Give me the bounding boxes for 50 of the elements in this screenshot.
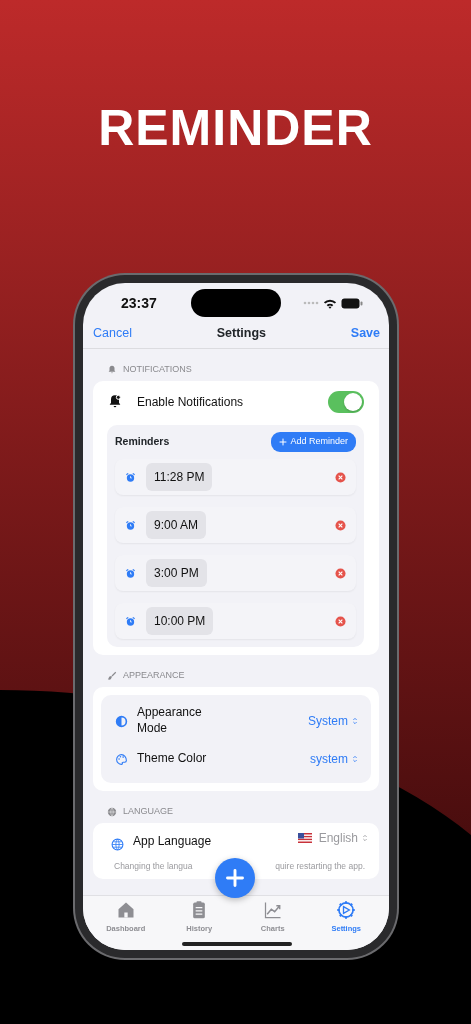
page-title: REMINDER xyxy=(97,99,374,158)
delete-icon[interactable] xyxy=(335,519,346,531)
value-picker[interactable]: English xyxy=(298,829,369,847)
setting-label: Theme Color xyxy=(137,751,208,767)
plus-icon xyxy=(279,438,288,446)
wifi-icon xyxy=(323,297,337,309)
alarm-clock-icon xyxy=(125,471,136,483)
signal-icon xyxy=(303,300,319,306)
screen-title: Settings xyxy=(216,325,266,343)
globe-icon xyxy=(111,837,124,851)
alarm-clock-icon xyxy=(125,567,136,579)
note-text: quire restarting the app. xyxy=(275,859,365,873)
add-reminder-button[interactable]: Add Reminder xyxy=(271,432,356,452)
chevron-up-down-icon xyxy=(351,754,359,764)
section-header: APPEARANCE xyxy=(123,669,185,683)
toggle-switch[interactable] xyxy=(328,391,364,413)
section-header: LANGUAGE xyxy=(123,805,173,819)
time-picker[interactable]: 10:00 PM xyxy=(146,607,214,635)
section-header: NOTIFICATIONS xyxy=(123,363,192,377)
delete-icon[interactable] xyxy=(335,567,346,579)
status-time: 23:37 xyxy=(121,293,157,313)
note-text: Changing the langua xyxy=(114,859,193,873)
reminders-title: Reminders xyxy=(115,434,170,450)
plus-icon xyxy=(225,868,245,888)
setting-label: App Language xyxy=(133,833,212,850)
setting-label: Appearance Mode xyxy=(137,705,203,737)
cancel-link[interactable]: Cancel xyxy=(93,324,132,343)
globe-icon xyxy=(107,807,117,817)
chevron-up-down-icon xyxy=(351,716,359,726)
time-picker[interactable]: 9:00 AM xyxy=(146,511,207,539)
bell-icon xyxy=(107,394,123,410)
value-picker[interactable]: System xyxy=(308,712,359,730)
bell-icon xyxy=(107,365,117,375)
time-picker[interactable]: 3:00 PM xyxy=(146,559,207,587)
contrast-icon xyxy=(115,714,128,728)
battery-icon xyxy=(341,297,363,309)
palette-icon xyxy=(115,752,128,766)
alarm-clock-icon xyxy=(125,519,136,531)
settings-icon xyxy=(336,900,357,920)
alarm-clock-icon xyxy=(125,615,136,627)
toggle-label: Enable Notifications xyxy=(137,394,244,411)
delete-icon[interactable] xyxy=(335,471,346,483)
delete-icon[interactable] xyxy=(335,615,346,627)
save-link[interactable]: Save xyxy=(350,324,380,343)
flag-icon xyxy=(298,833,313,843)
value-picker[interactable]: system xyxy=(310,750,359,768)
brush-icon xyxy=(107,671,117,681)
chevron-up-down-icon xyxy=(361,833,369,843)
time-picker[interactable]: 11:28 PM xyxy=(146,463,213,491)
line-chart-icon xyxy=(262,900,283,920)
